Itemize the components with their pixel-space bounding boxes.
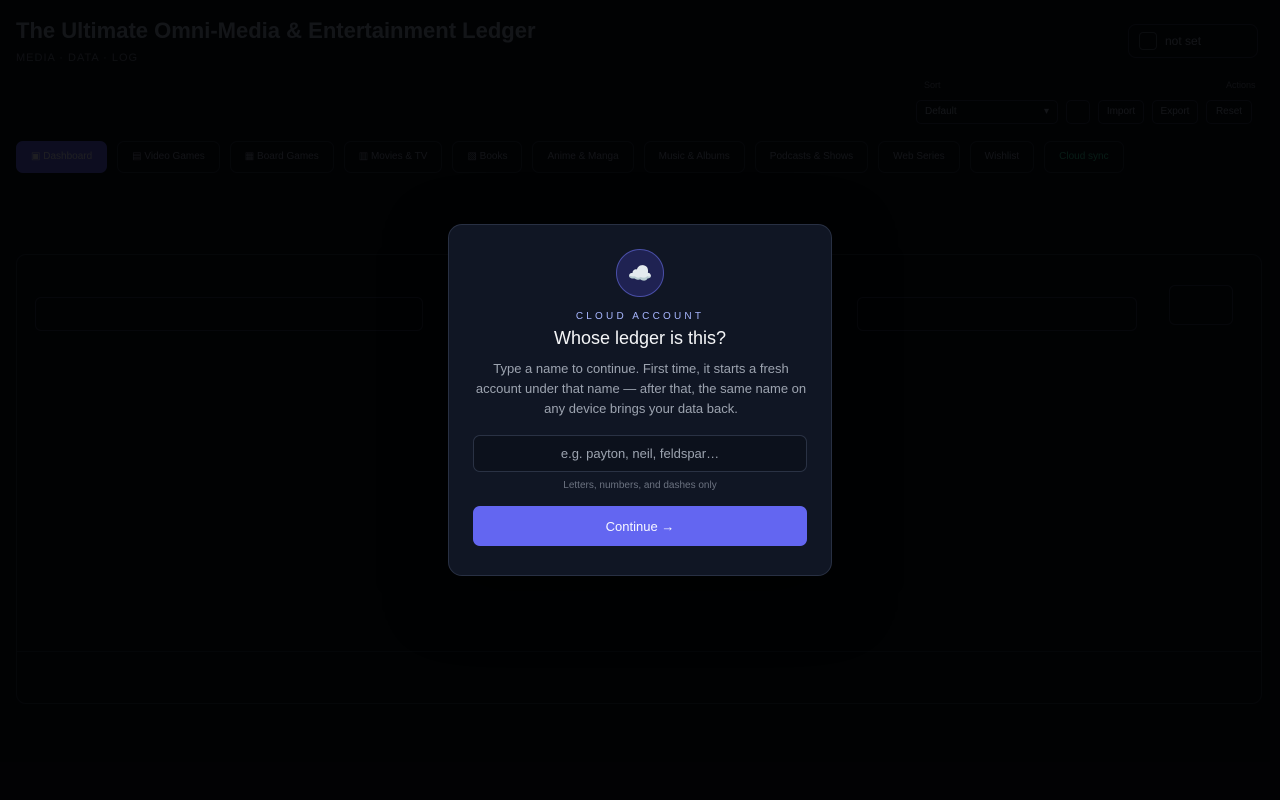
dialog-eyebrow: CLOUD ACCOUNT [575, 311, 705, 322]
continue-button[interactable]: Continue → [473, 506, 807, 546]
dialog-title: Whose ledger is this? [553, 328, 727, 348]
dialog-description: Type a name to continue. First time, it … [475, 361, 807, 416]
input-hint: Letters, numbers, and dashes only [563, 480, 717, 491]
cloud-account-dialog: ☁️ CLOUD ACCOUNT Whose ledger is this? T… [448, 224, 832, 576]
account-name-input[interactable] [473, 435, 807, 472]
cloud-icon: ☁️ [616, 249, 664, 297]
cloud-icon-glyph: ☁️ [627, 262, 653, 285]
